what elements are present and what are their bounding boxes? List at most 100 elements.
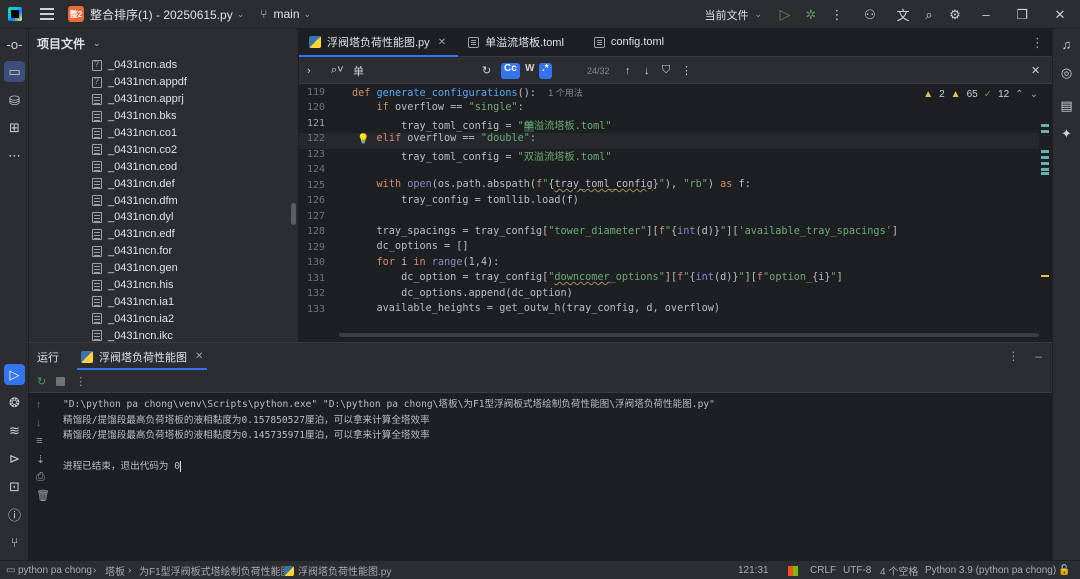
file-tree-item[interactable]: _0431ncn.cod [29, 158, 298, 175]
minimize-icon[interactable]: – [968, 0, 1004, 29]
console-output[interactable]: "D:\python pa chong\venv\Scripts\python.… [63, 397, 715, 475]
more-options-icon[interactable]: ⋮ [681, 57, 692, 84]
run-icon[interactable]: ▷ [772, 0, 798, 29]
code-area[interactable]: 119 120 121 122 123 124 125 126 127 128 129 130 131 1… [299, 84, 1052, 342]
run-config-selector[interactable]: 当前文件 [704, 7, 748, 23]
file-tree-item[interactable]: _0431ncn.gen [29, 260, 298, 277]
more-options-icon[interactable]: ⋮ [1007, 349, 1019, 363]
replace-toggle-icon[interactable]: ↻ [482, 57, 491, 84]
breadcrumb-item[interactable]: 为F1型浮阀板式塔绘制负荷性能图 [139, 561, 291, 579]
file-tree-item[interactable]: _0431ncn.his [29, 277, 298, 294]
editor-tab[interactable]: 浮阀塔负荷性能图.py ✕ [299, 29, 459, 57]
file-tree-item[interactable]: _0431ncn.co1 [29, 125, 298, 142]
breadcrumb-item[interactable]: 浮阀塔负荷性能图.py [298, 563, 391, 578]
project-name[interactable]: 整合排序(1) - 20250615.py [90, 6, 233, 23]
chevron-down-icon[interactable]: ⌄ [754, 9, 762, 20]
chevron-down-icon[interactable]: ⌄ [237, 9, 245, 20]
file-tree-item[interactable]: _0431ncn.for [29, 243, 298, 260]
services-icon[interactable]: ⊳ [4, 448, 25, 469]
editor-tab[interactable]: config.toml [584, 29, 684, 56]
problems-icon[interactable]: ⓘ [4, 504, 25, 525]
interpreter[interactable]: Python 3.9 (python pa chong) [925, 561, 1056, 579]
python-packages-icon[interactable]: ❂ [4, 392, 25, 413]
file-tree-item[interactable]: _0431ncn.appdf [29, 74, 298, 91]
close-icon[interactable]: ✕ [195, 351, 203, 362]
more-tools-icon[interactable]: ⋯ [4, 145, 25, 166]
caret-position[interactable]: 121:31 [738, 561, 769, 579]
branch-name[interactable]: main [273, 7, 299, 21]
file-tree-item[interactable]: _0431ncn.ia1 [29, 293, 298, 310]
rerun-icon[interactable]: ↻ [37, 375, 46, 388]
file-tree-item[interactable]: _0431ncn.ads [29, 57, 298, 74]
print-icon[interactable]: ⎙ [36, 471, 45, 484]
more-tabs-icon[interactable]: ⋮ [1031, 35, 1044, 51]
file-encoding[interactable]: UTF-8 [843, 561, 871, 579]
prev-match-icon[interactable]: ↑ [625, 57, 631, 84]
main-menu-icon[interactable] [40, 8, 54, 20]
find-input[interactable]: 单 [353, 57, 364, 84]
layers-icon[interactable]: ≋ [4, 420, 25, 441]
project-folder-icon[interactable]: ▭ [4, 61, 25, 82]
indent-setting[interactable]: 4 个空格 [880, 561, 918, 579]
editor-tab[interactable]: 单溢流塔板.toml [458, 29, 584, 56]
chevron-up-icon[interactable]: ⌃ [1015, 89, 1023, 100]
regex-toggle[interactable]: .* [539, 62, 552, 79]
ai-chat-icon[interactable]: ✦ [1056, 123, 1077, 144]
search-icon[interactable]: ⌕ [916, 0, 942, 29]
line-ending[interactable]: CRLF [810, 561, 836, 579]
terminal-icon[interactable]: ⊡ [4, 476, 25, 497]
file-tree-item[interactable]: _0431ncn.co2 [29, 141, 298, 158]
commit-icon[interactable]: -o- [4, 34, 25, 55]
search-history-icon[interactable]: ⌕˅ [331, 57, 344, 84]
breadcrumb-item[interactable]: 塔板 [105, 561, 125, 579]
chevron-down-icon[interactable]: ⌄ [304, 9, 312, 20]
notifications-icon[interactable]: ♫ [1056, 34, 1077, 55]
chevron-down-icon[interactable]: ⌄ [1030, 89, 1038, 100]
close-find-icon[interactable]: ✕ [1031, 57, 1040, 84]
lock-icon[interactable]: 🔓 [1058, 561, 1070, 579]
breadcrumb-item[interactable]: python pa chong [18, 561, 92, 579]
settings-gear-icon[interactable]: ⚙ [942, 0, 968, 29]
soft-wrap-icon[interactable]: ≡ [36, 435, 42, 447]
run-tool-icon[interactable]: ▷ [4, 364, 25, 385]
debug-icon[interactable]: ✲ [798, 0, 824, 29]
version-control-icon[interactable]: ⑂ [4, 532, 25, 553]
file-tree-item[interactable]: _0431ncn.def [29, 175, 298, 192]
close-icon[interactable]: ✕ [438, 37, 446, 48]
trash-icon[interactable]: 🗑 [36, 489, 50, 502]
close-window-icon[interactable]: ✕ [1040, 0, 1080, 29]
horizontal-scrollbar[interactable] [339, 333, 1039, 337]
run-tab[interactable]: 浮阀塔负荷性能图 ✕ [77, 343, 208, 370]
scroll-up-icon[interactable]: ↑ [36, 399, 42, 411]
file-tree-item[interactable]: _0431ncn.ia2 [29, 310, 298, 327]
more-actions-icon[interactable]: ⋮ [824, 0, 850, 29]
ai-assistant-icon[interactable]: ◎ [1056, 62, 1077, 83]
scrollbar[interactable] [291, 203, 296, 225]
scroll-to-end-icon[interactable]: ⇣ [36, 453, 45, 466]
project-panel-header[interactable]: 项目文件 ⌄ [29, 29, 298, 57]
sciview-icon[interactable]: ▤ [1056, 95, 1077, 116]
filter-icon[interactable]: ⛉ [662, 57, 670, 84]
scroll-down-icon[interactable]: ↓ [36, 417, 42, 429]
inspection-widget[interactable]: ▲ 2 ▲ 65 ✓ 12 ⌃ ⌄ [923, 89, 1038, 100]
file-tree-item[interactable]: _0431ncn.bks [29, 108, 298, 125]
file-tree-item[interactable]: _0431ncn.dfm [29, 192, 298, 209]
stop-icon[interactable] [56, 376, 66, 386]
translate-icon[interactable]: 文 [890, 0, 916, 29]
file-tree-item[interactable]: _0431ncn.dyl [29, 209, 298, 226]
database-icon[interactable]: ⛁ [4, 90, 25, 111]
chevron-down-icon[interactable]: ⌄ [93, 38, 101, 49]
add-user-icon[interactable]: ⚇ [850, 0, 890, 29]
next-match-icon[interactable]: ↓ [644, 57, 650, 84]
file-tree-item[interactable]: _0431ncn.edf [29, 226, 298, 243]
whole-words-toggle[interactable]: W [522, 63, 537, 79]
usage-hint[interactable]: 1 个用法 [548, 88, 583, 98]
structure-icon[interactable]: ⊞ [4, 117, 25, 138]
chevron-right-icon[interactable]: › [307, 57, 311, 84]
file-tree-item[interactable]: _0431ncn.apprj [29, 91, 298, 108]
match-case-toggle[interactable]: Cc [501, 62, 520, 79]
more-options-icon[interactable]: ⋮ [75, 375, 86, 388]
restore-icon[interactable]: ❐ [1004, 0, 1040, 29]
file-tree-item[interactable]: _0431ncn.ikc [29, 327, 298, 342]
minimize-panel-icon[interactable]: – [1035, 349, 1042, 363]
